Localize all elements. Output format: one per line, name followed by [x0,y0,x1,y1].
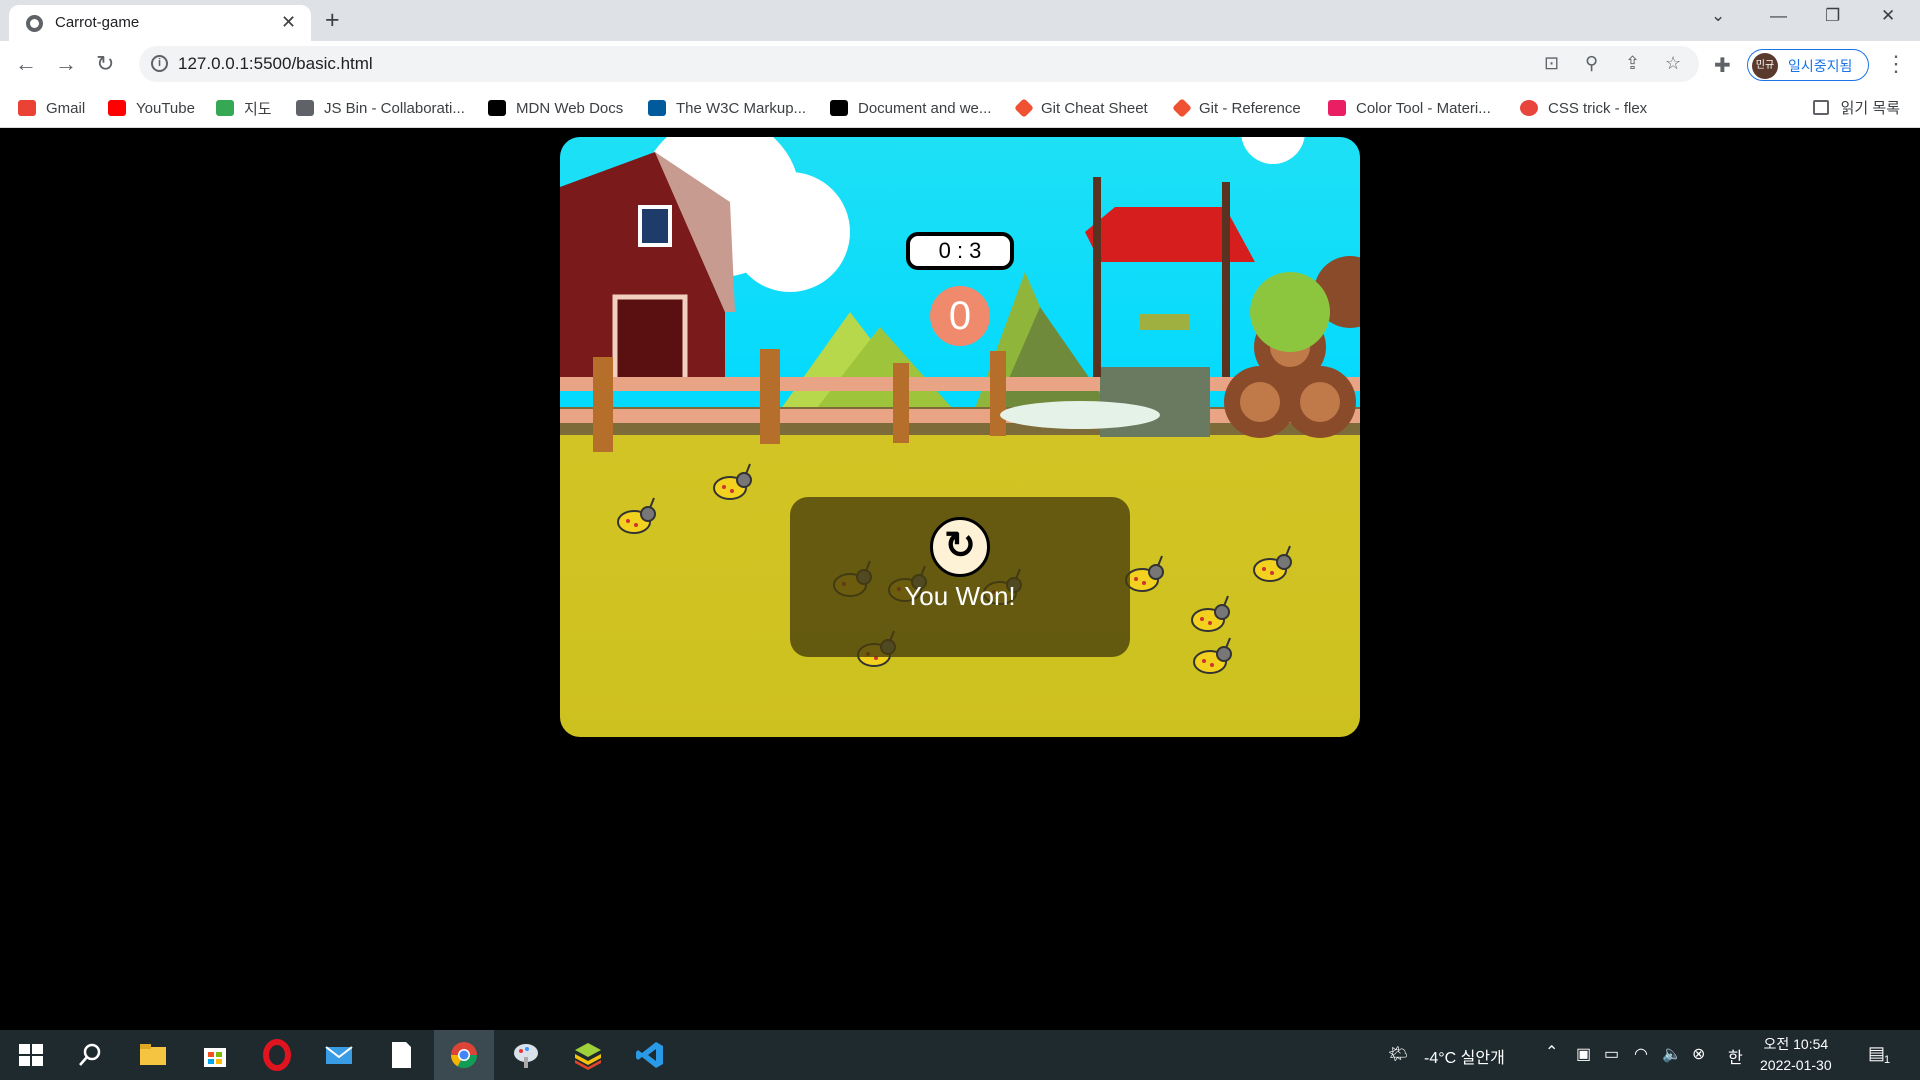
bookmark-w3c[interactable]: The W3C Markup... [648,97,806,119]
forward-icon[interactable]: → [55,51,77,77]
bug-icon[interactable] [708,460,756,508]
volume-icon[interactable]: 🔈 [1662,1044,1682,1064]
bookmark-gmail[interactable]: Gmail [18,97,85,119]
bluestacks-icon[interactable] [572,1039,604,1071]
game-field[interactable]: 0 : 3 0 ↻ You Won! [560,137,1360,737]
file-explorer-icon[interactable] [137,1039,169,1071]
translate-icon[interactable]: ⊡ [1544,53,1559,74]
vscode-icon[interactable] [634,1039,666,1071]
bookmarks-bar: Gmail YouTube 지도 JS Bin - Collaborati...… [0,89,1920,128]
bookmark-youtube[interactable]: YouTube [108,97,195,119]
show-hidden-icons[interactable]: ⌃ [1545,1042,1558,1062]
address-bar[interactable]: i 127.0.0.1:5500/basic.html ⊡ ⚲ ⇪ ☆ [139,46,1699,82]
notification-icon[interactable]: ▤ [1868,1043,1885,1064]
weather-text[interactable]: -4°C 실안개 [1424,1044,1505,1068]
globe-icon [26,15,43,32]
network-error-icon[interactable]: ⊗ [1692,1044,1705,1064]
paint-app-icon[interactable] [510,1039,542,1071]
css-tricks-icon [1520,100,1538,116]
windows-taskbar: 🌤 -4°C 실안개 ⌃ ▣ ▭ ◠ 🔈 ⊗ 한 오전 10:54 2022-0… [0,1030,1920,1080]
clock-time: 오전 10:54 [1763,1036,1829,1052]
mail-icon[interactable] [323,1039,355,1071]
browser-toolbar: ← → ↻ i 127.0.0.1:5500/basic.html ⊡ ⚲ ⇪ … [0,41,1920,89]
bug-icon[interactable] [1186,592,1234,640]
git-icon [1172,98,1192,118]
zoom-icon[interactable]: ⚲ [1585,53,1598,74]
close-window-button[interactable]: ✕ [1881,6,1895,26]
bookmark-git-reference[interactable]: Git - Reference [1172,97,1301,119]
ime-indicator[interactable]: 한 [1728,1044,1743,1068]
bookmark-color-tool[interactable]: Color Tool - Materi... [1328,97,1491,119]
menu-icon[interactable]: ⋮ [1885,51,1907,77]
reading-list-icon [1812,100,1829,115]
profile-status-label: 일시중지됨 [1788,58,1853,74]
result-message: You Won! [904,581,1016,611]
new-tab-button[interactable]: + [325,6,340,35]
tab-strip: Carrot-game ✕ + ⌄ — ❐ ✕ [0,0,1920,41]
url-text[interactable]: 127.0.0.1:5500/basic.html [178,54,373,74]
profile-button[interactable]: 민규 일시중지됨 [1747,49,1869,81]
maps-icon [216,100,234,116]
bookmark-mdn[interactable]: MDN Web Docs [488,97,623,119]
color-tool-icon [1328,100,1346,116]
extensions-icon[interactable]: ✚ [1714,53,1731,78]
bookmark-css-tricks[interactable]: CSS trick - flex [1520,97,1647,119]
tab-title: Carrot-game [55,14,140,31]
search-icon[interactable] [74,1039,106,1071]
weather-icon[interactable]: 🌤 [1388,1044,1408,1064]
opera-icon[interactable] [261,1039,293,1071]
battery-icon[interactable]: ▭ [1604,1044,1619,1064]
w3c-icon [648,100,666,116]
browser-tab[interactable]: Carrot-game ✕ [9,5,311,41]
bug-icon[interactable] [1188,634,1236,682]
minimize-button[interactable]: — [1770,6,1787,26]
bookmark-git-cheat-sheet[interactable]: Git Cheat Sheet [1014,97,1148,119]
game-timer: 0 : 3 [906,232,1014,270]
bug-icon[interactable] [612,494,660,542]
bug-icon[interactable] [1248,542,1296,590]
mdn-icon [488,100,506,116]
clock-date: 2022-01-30 [1760,1057,1832,1073]
bookmark-document[interactable]: Document and we... [830,97,991,119]
game-result-popup: ↻ You Won! [790,497,1130,657]
restore-button[interactable]: ❐ [1825,6,1840,26]
back-icon[interactable]: ← [15,51,37,77]
bookmark-star-icon[interactable]: ☆ [1665,53,1681,74]
avatar: 민규 [1752,53,1778,79]
jsbin-icon [296,100,314,116]
reading-list-button[interactable]: 읽기 목록 [1812,97,1900,118]
refresh-icon: ↻ [944,525,976,567]
youtube-icon [108,100,126,116]
wifi-icon[interactable]: ◠ [1634,1044,1648,1064]
notification-count: 1 [1884,1054,1891,1066]
replay-button[interactable]: ↻ [930,517,990,577]
gmail-icon [18,100,36,116]
close-tab-icon[interactable]: ✕ [281,12,296,33]
mdn-icon [830,100,848,116]
carrot-counter: 0 [930,286,990,346]
git-icon [1014,98,1034,118]
site-info-icon[interactable]: i [151,55,168,72]
share-icon[interactable]: ⇪ [1625,53,1640,74]
chrome-icon[interactable] [448,1039,480,1071]
document-icon[interactable] [385,1039,417,1071]
meet-icon[interactable]: ▣ [1576,1044,1591,1064]
bookmark-maps[interactable]: 지도 [216,97,272,119]
reload-icon[interactable]: ↻ [96,51,114,77]
bookmark-jsbin[interactable]: JS Bin - Collaborati... [296,97,465,119]
tab-search-icon[interactable]: ⌄ [1711,6,1725,26]
windows-start-icon[interactable] [15,1039,47,1071]
clock[interactable]: 오전 10:54 2022-01-30 [1760,1034,1832,1076]
store-icon[interactable] [199,1039,231,1071]
